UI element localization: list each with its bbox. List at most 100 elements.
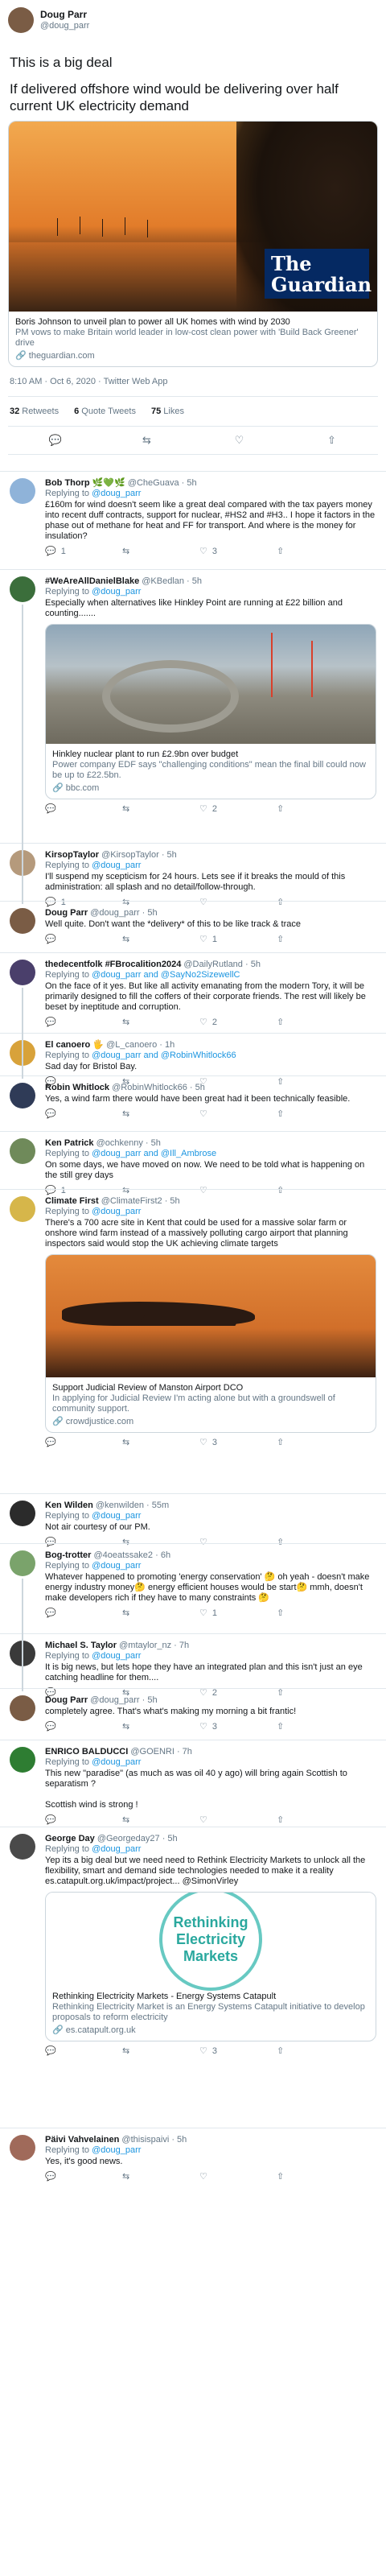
author-name[interactable]: Robin Whitlock	[45, 1083, 109, 1092]
retweet-button[interactable]: ⇆	[122, 2046, 199, 2057]
like-button[interactable]: ♡ 3	[199, 1722, 277, 1732]
like-button[interactable]: ♡ 2	[199, 1018, 277, 1028]
avatar[interactable]	[10, 478, 35, 504]
share-button[interactable]: ⇧	[277, 804, 354, 815]
avatar[interactable]	[10, 1138, 35, 1164]
like-button[interactable]: ♡ 3	[199, 547, 277, 557]
avatar[interactable]	[8, 7, 34, 33]
reply-button[interactable]: 💬	[45, 2046, 122, 2057]
retweets-stat[interactable]: 32 Retweets	[10, 407, 59, 416]
like-button[interactable]: ♡	[199, 2172, 277, 2182]
retweet-button[interactable]: ⇆	[122, 1722, 199, 1732]
mention-link[interactable]: @doug_parr	[92, 1207, 141, 1216]
author-name[interactable]: KirsopTaylor	[45, 850, 99, 860]
author-name[interactable]: ENRICO BALDUCCI	[45, 1747, 128, 1757]
author-name[interactable]: Michael S. Taylor	[45, 1641, 117, 1650]
retweet-button[interactable]: ⇆	[122, 1438, 199, 1448]
avatar[interactable]	[10, 1501, 35, 1526]
quotes-stat[interactable]: 6 Quote Tweets	[74, 407, 136, 416]
mention-link[interactable]: @doug_parr	[92, 1511, 141, 1521]
author-name[interactable]: Climate First	[45, 1196, 99, 1206]
author-name[interactable]: thedecentfolk #FBrocalition2024	[45, 960, 181, 969]
share-button[interactable]: ⇧	[277, 1438, 354, 1448]
reply-tweet[interactable]: Doug Parr @doug_parr · 5h Well quite. Do…	[0, 901, 386, 952]
like-button[interactable]: ♡ 2	[199, 804, 277, 815]
author-name[interactable]: George Day	[45, 1834, 95, 1843]
avatar[interactable]	[10, 1550, 35, 1576]
share-icon[interactable]: ⇧	[326, 435, 338, 446]
share-button[interactable]: ⇧	[277, 1722, 354, 1732]
like-button[interactable]: ♡ 3	[199, 1438, 277, 1448]
reply-tweet[interactable]: Ken Patrick @ochkenny · 5h Replying to @…	[0, 1131, 386, 1195]
retweet-button[interactable]: ⇆	[122, 2172, 199, 2182]
author-name[interactable]: Bob Thorp 🌿💚🌿	[45, 478, 125, 488]
mention-link[interactable]: @doug_parr	[92, 587, 141, 597]
mention-link[interactable]: @doug_parr	[92, 2145, 141, 2155]
reply-tweet[interactable]: KirsopTaylor @KirsopTaylor · 5h Replying…	[0, 843, 386, 907]
retweet-button[interactable]: ⇆	[122, 935, 199, 945]
share-button[interactable]: ⇧	[277, 2046, 354, 2057]
avatar[interactable]	[10, 960, 35, 985]
reply-button[interactable]: 💬	[45, 804, 122, 815]
mention-link[interactable]: @doug_parr	[92, 861, 141, 870]
author[interactable]: Doug Parr @doug_parr	[40, 9, 89, 31]
retweet-button[interactable]: ⇆	[122, 547, 199, 557]
like-button[interactable]: ♡ 1	[199, 1608, 277, 1619]
mention-link[interactable]: @doug_parr	[92, 1651, 141, 1661]
reply-tweet[interactable]: Climate First @ClimateFirst2 · 5h Replyi…	[0, 1189, 386, 1493]
avatar[interactable]	[10, 1695, 35, 1721]
reply-tweet[interactable]: Doug Parr @doug_parr · 5h completely agr…	[0, 1688, 386, 1740]
mention-link[interactable]: @doug_parr	[92, 1844, 141, 1854]
reply-tweet[interactable]: Bog-trotter @4oeatssake2 · 6h Replying t…	[0, 1543, 386, 1633]
reply-button[interactable]: 💬	[45, 1815, 122, 1826]
likes-stat[interactable]: 75 Likes	[151, 407, 184, 416]
mention-link[interactable]: @doug_parr	[92, 1561, 141, 1571]
share-button[interactable]: ⇧	[277, 547, 354, 557]
reply-icon[interactable]: 💬	[49, 435, 62, 446]
share-button[interactable]: ⇧	[277, 935, 354, 945]
author-name[interactable]: #WeAreAllDanielBlake	[45, 576, 139, 586]
reply-tweet[interactable]: thedecentfolk #FBrocalition2024 @DailyRu…	[0, 952, 386, 1033]
retweet-button[interactable]: ⇆	[122, 1815, 199, 1826]
share-button[interactable]: ⇧	[277, 1109, 354, 1120]
avatar[interactable]	[10, 1747, 35, 1773]
retweet-button[interactable]: ⇆	[122, 1608, 199, 1619]
like-icon[interactable]: ♡	[234, 435, 245, 446]
reply-tweet[interactable]: George Day @Georgeday27 · 5h Replying to…	[0, 1827, 386, 2128]
reply-tweet[interactable]: Bob Thorp 🌿💚🌿 @CheGuava · 5h Replying to…	[0, 471, 386, 569]
avatar[interactable]	[10, 1083, 35, 1108]
mention-link[interactable]: @doug_parr	[92, 1757, 141, 1767]
author-name[interactable]: Doug Parr	[45, 908, 88, 918]
reply-button[interactable]: 💬	[45, 935, 122, 945]
author-name[interactable]: Ken Patrick	[45, 1138, 94, 1148]
reply-tweet[interactable]: El canoero 🖐 @L_canoero · 1h Replying to…	[0, 1033, 386, 1087]
mention-link[interactable]: @doug_parr and @RobinWhitlock66	[92, 1051, 236, 1060]
reply-button[interactable]: 💬 1	[45, 547, 122, 557]
reply-button[interactable]: 💬	[45, 1438, 122, 1448]
reply-tweet[interactable]: Ken Wilden @kenwilden · 55m Replying to …	[0, 1493, 386, 1547]
author-name[interactable]: Doug Parr	[45, 1695, 88, 1705]
mention-link[interactable]: @doug_parr	[92, 489, 141, 498]
link-card[interactable]: The Guardian Boris Johnson to unveil pla…	[8, 121, 378, 367]
link-card[interactable]: Hinkley nuclear plant to run £2.9bn over…	[45, 624, 376, 799]
author-name[interactable]: Päivi Vahvelainen	[45, 2135, 119, 2145]
reply-button[interactable]: 💬	[45, 1018, 122, 1028]
like-button[interactable]: ♡ 1	[199, 935, 277, 945]
reply-button[interactable]: 💬	[45, 1109, 122, 1120]
link-card[interactable]: Support Judicial Review of Manston Airpo…	[45, 1254, 376, 1433]
retweet-button[interactable]: ⇆	[122, 1018, 199, 1028]
reply-tweet[interactable]: Michael S. Taylor @mtaylor_nz · 7h Reply…	[0, 1633, 386, 1698]
mention-link[interactable]: @doug_parr and @Ill_Ambrose	[92, 1149, 216, 1158]
share-button[interactable]: ⇧	[277, 1018, 354, 1028]
reply-button[interactable]: 💬	[45, 1608, 122, 1619]
reply-tweet[interactable]: #WeAreAllDanielBlake @KBedlan · 5h Reply…	[0, 569, 386, 843]
retweet-button[interactable]: ⇆	[122, 804, 199, 815]
avatar[interactable]	[10, 1834, 35, 1860]
like-button[interactable]: ♡	[199, 1109, 277, 1120]
share-button[interactable]: ⇧	[277, 1815, 354, 1826]
like-button[interactable]: ♡ 3	[199, 2046, 277, 2057]
retweet-icon[interactable]: ⇆	[142, 435, 153, 446]
author-name[interactable]: El canoero 🖐	[45, 1040, 104, 1050]
reply-tweet[interactable]: Robin Whitlock @RobinWhitlock66 · 5h Yes…	[0, 1075, 386, 1131]
avatar[interactable]	[10, 1196, 35, 1222]
